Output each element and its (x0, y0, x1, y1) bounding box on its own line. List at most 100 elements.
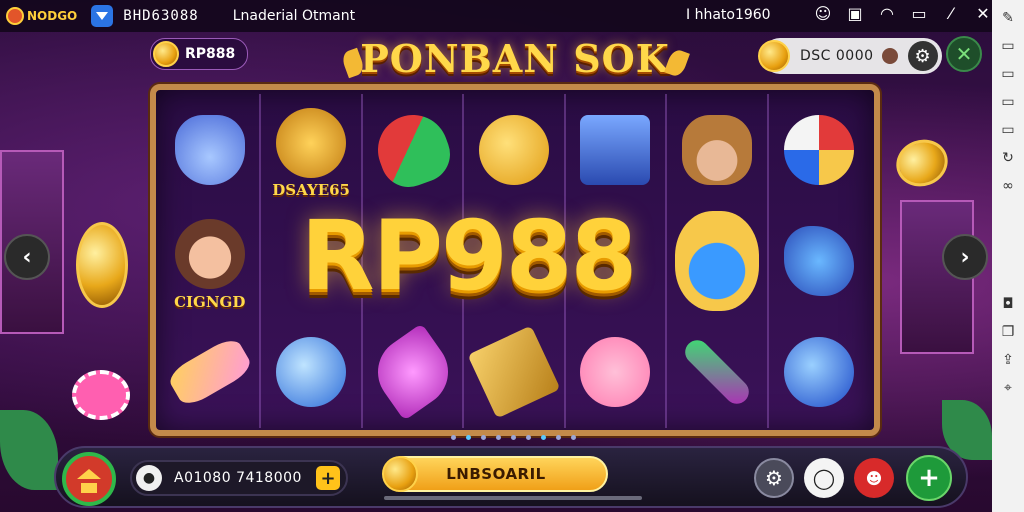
page-dot[interactable] (480, 434, 486, 440)
status-icons: ☺ ▣ ◠ ▭ ⁄ ✕ (814, 4, 992, 23)
add-button[interactable]: + (906, 455, 952, 501)
bell-symbol-icon (367, 104, 458, 195)
coin-label: RP888 (185, 46, 236, 62)
decorative-coin-left (76, 222, 128, 308)
duck-symbol-icon (478, 114, 549, 185)
status-code: BHD63088 (123, 8, 199, 24)
wallet-pill[interactable]: ● A01080 7418000 + (130, 460, 348, 496)
progress-track (384, 496, 642, 500)
beach-ball-symbol-icon (784, 114, 855, 185)
coin-badge[interactable]: RP888 (150, 38, 248, 70)
close-game-button[interactable]: ✕ (946, 36, 982, 72)
share-icon[interactable]: ⇪ (1000, 352, 1016, 368)
status-bar: NODGO BHD63088 Lnaderial Otmant I hhato1… (0, 0, 992, 32)
record-button[interactable]: ◯ (804, 458, 844, 498)
add-funds-button[interactable]: + (316, 466, 340, 490)
home-button[interactable] (62, 452, 116, 506)
reel-cell (160, 94, 262, 206)
refresh-icon[interactable]: ↻ (1000, 150, 1016, 166)
window-icon[interactable]: ▭ (1000, 66, 1016, 82)
reel-cell (769, 317, 870, 428)
system-side-bar: ✎ ▭ ▭ ▭ ▭ ↻ ∞ ◘ ❐ ⇪ ⌖ (992, 0, 1024, 512)
image-icon: ▣ (847, 4, 863, 23)
reel-cell (464, 94, 566, 206)
miner-symbol-icon (674, 210, 759, 311)
window-icon[interactable]: ▭ (1000, 122, 1016, 138)
reel-cell (667, 205, 769, 317)
page-indicator (428, 430, 598, 444)
spin-coin-icon (382, 456, 418, 492)
game-title: PONBAN SOK (340, 36, 690, 90)
app-logo: NODGO (6, 7, 77, 25)
girl-symbol-icon (174, 218, 245, 289)
logo-badge-icon (6, 7, 24, 25)
green-gem-symbol-icon (680, 335, 754, 410)
profile-button[interactable]: ☻ (854, 458, 894, 498)
signal-icon: ⁄ (949, 4, 953, 23)
camera-icon[interactable]: ◘ (1000, 296, 1016, 312)
page-dot[interactable] (555, 434, 561, 440)
rabbit-symbol-icon (174, 114, 245, 185)
coin-icon (153, 41, 179, 67)
home-icon (77, 469, 101, 479)
app-logo-text: NODGO (27, 9, 78, 23)
cowboy-symbol-icon (681, 114, 752, 185)
page-dot[interactable] (540, 434, 546, 440)
reel-cell (363, 94, 465, 206)
previous-arrow-icon[interactable]: ‹ (4, 234, 50, 280)
wifi-icon: ◠ (880, 4, 894, 23)
reel-cell: CIGNGD (160, 205, 262, 317)
blue-splash-symbol-icon (784, 225, 855, 296)
lion-symbol-icon (276, 107, 347, 178)
pink-gem-symbol-icon (363, 323, 462, 422)
reel-cell (464, 316, 566, 428)
lock-icon: ● (136, 465, 162, 491)
link-icon[interactable]: ∞ (1000, 178, 1016, 194)
game-title-text: PONBAN SOK (360, 36, 670, 81)
window-icon[interactable]: ▭ (1000, 94, 1016, 110)
spin-button[interactable]: LNBSOARIL (382, 456, 608, 492)
page-dot[interactable] (450, 434, 456, 440)
gem-icon (881, 48, 898, 64)
slot-machine-symbol-icon (580, 114, 651, 185)
decorative-chip (72, 370, 130, 420)
copy-icon[interactable]: ❐ (1000, 324, 1016, 340)
box-symbol-icon (467, 325, 561, 419)
page-dot[interactable] (465, 434, 471, 440)
reel-cell (160, 316, 262, 428)
app-switch-icon[interactable] (91, 5, 114, 27)
spin-label: LNBSOARIL (446, 465, 546, 483)
settings-button[interactable]: ⚙ (754, 458, 794, 498)
page-dot[interactable] (495, 434, 501, 440)
page-dot[interactable] (525, 434, 531, 440)
window-icon[interactable]: ▭ (1000, 38, 1016, 54)
status-center-text: I hhato1960 (686, 7, 771, 23)
big-win-logo: RP988 (300, 200, 638, 312)
horn-symbol-icon (165, 335, 255, 410)
page-dot[interactable] (570, 434, 576, 440)
notification-icon: ☺ (814, 4, 832, 23)
close-icon[interactable]: ✕ (974, 4, 992, 23)
decorative-coin-right (889, 132, 955, 194)
page-dot[interactable] (510, 434, 516, 440)
balance-pill[interactable]: DSC 0000 ⚙ (758, 38, 942, 74)
reel-cell (363, 316, 465, 428)
reel-cell (769, 94, 870, 205)
reel-cell (667, 316, 769, 428)
battery-icon: ▭ (911, 4, 927, 23)
home-icon-body (81, 483, 97, 493)
balance-coin-icon (758, 40, 790, 72)
decorative-plant-left (0, 410, 58, 490)
reel-cell (667, 94, 769, 206)
symbol-caption: CIGNGD (174, 292, 246, 311)
settings-gear-icon[interactable]: ⚙ (907, 41, 938, 71)
pig-symbol-icon (580, 337, 651, 408)
edit-icon[interactable]: ✎ (1000, 10, 1016, 26)
blue-orb-symbol-icon (784, 337, 855, 408)
reel-cell (261, 316, 363, 428)
bottle-symbol-icon (276, 337, 347, 408)
status-title: Lnaderial Otmant (232, 8, 356, 24)
reel-cell (769, 205, 870, 316)
pin-icon[interactable]: ⌖ (1000, 380, 1016, 396)
next-arrow-icon[interactable]: › (942, 234, 988, 280)
